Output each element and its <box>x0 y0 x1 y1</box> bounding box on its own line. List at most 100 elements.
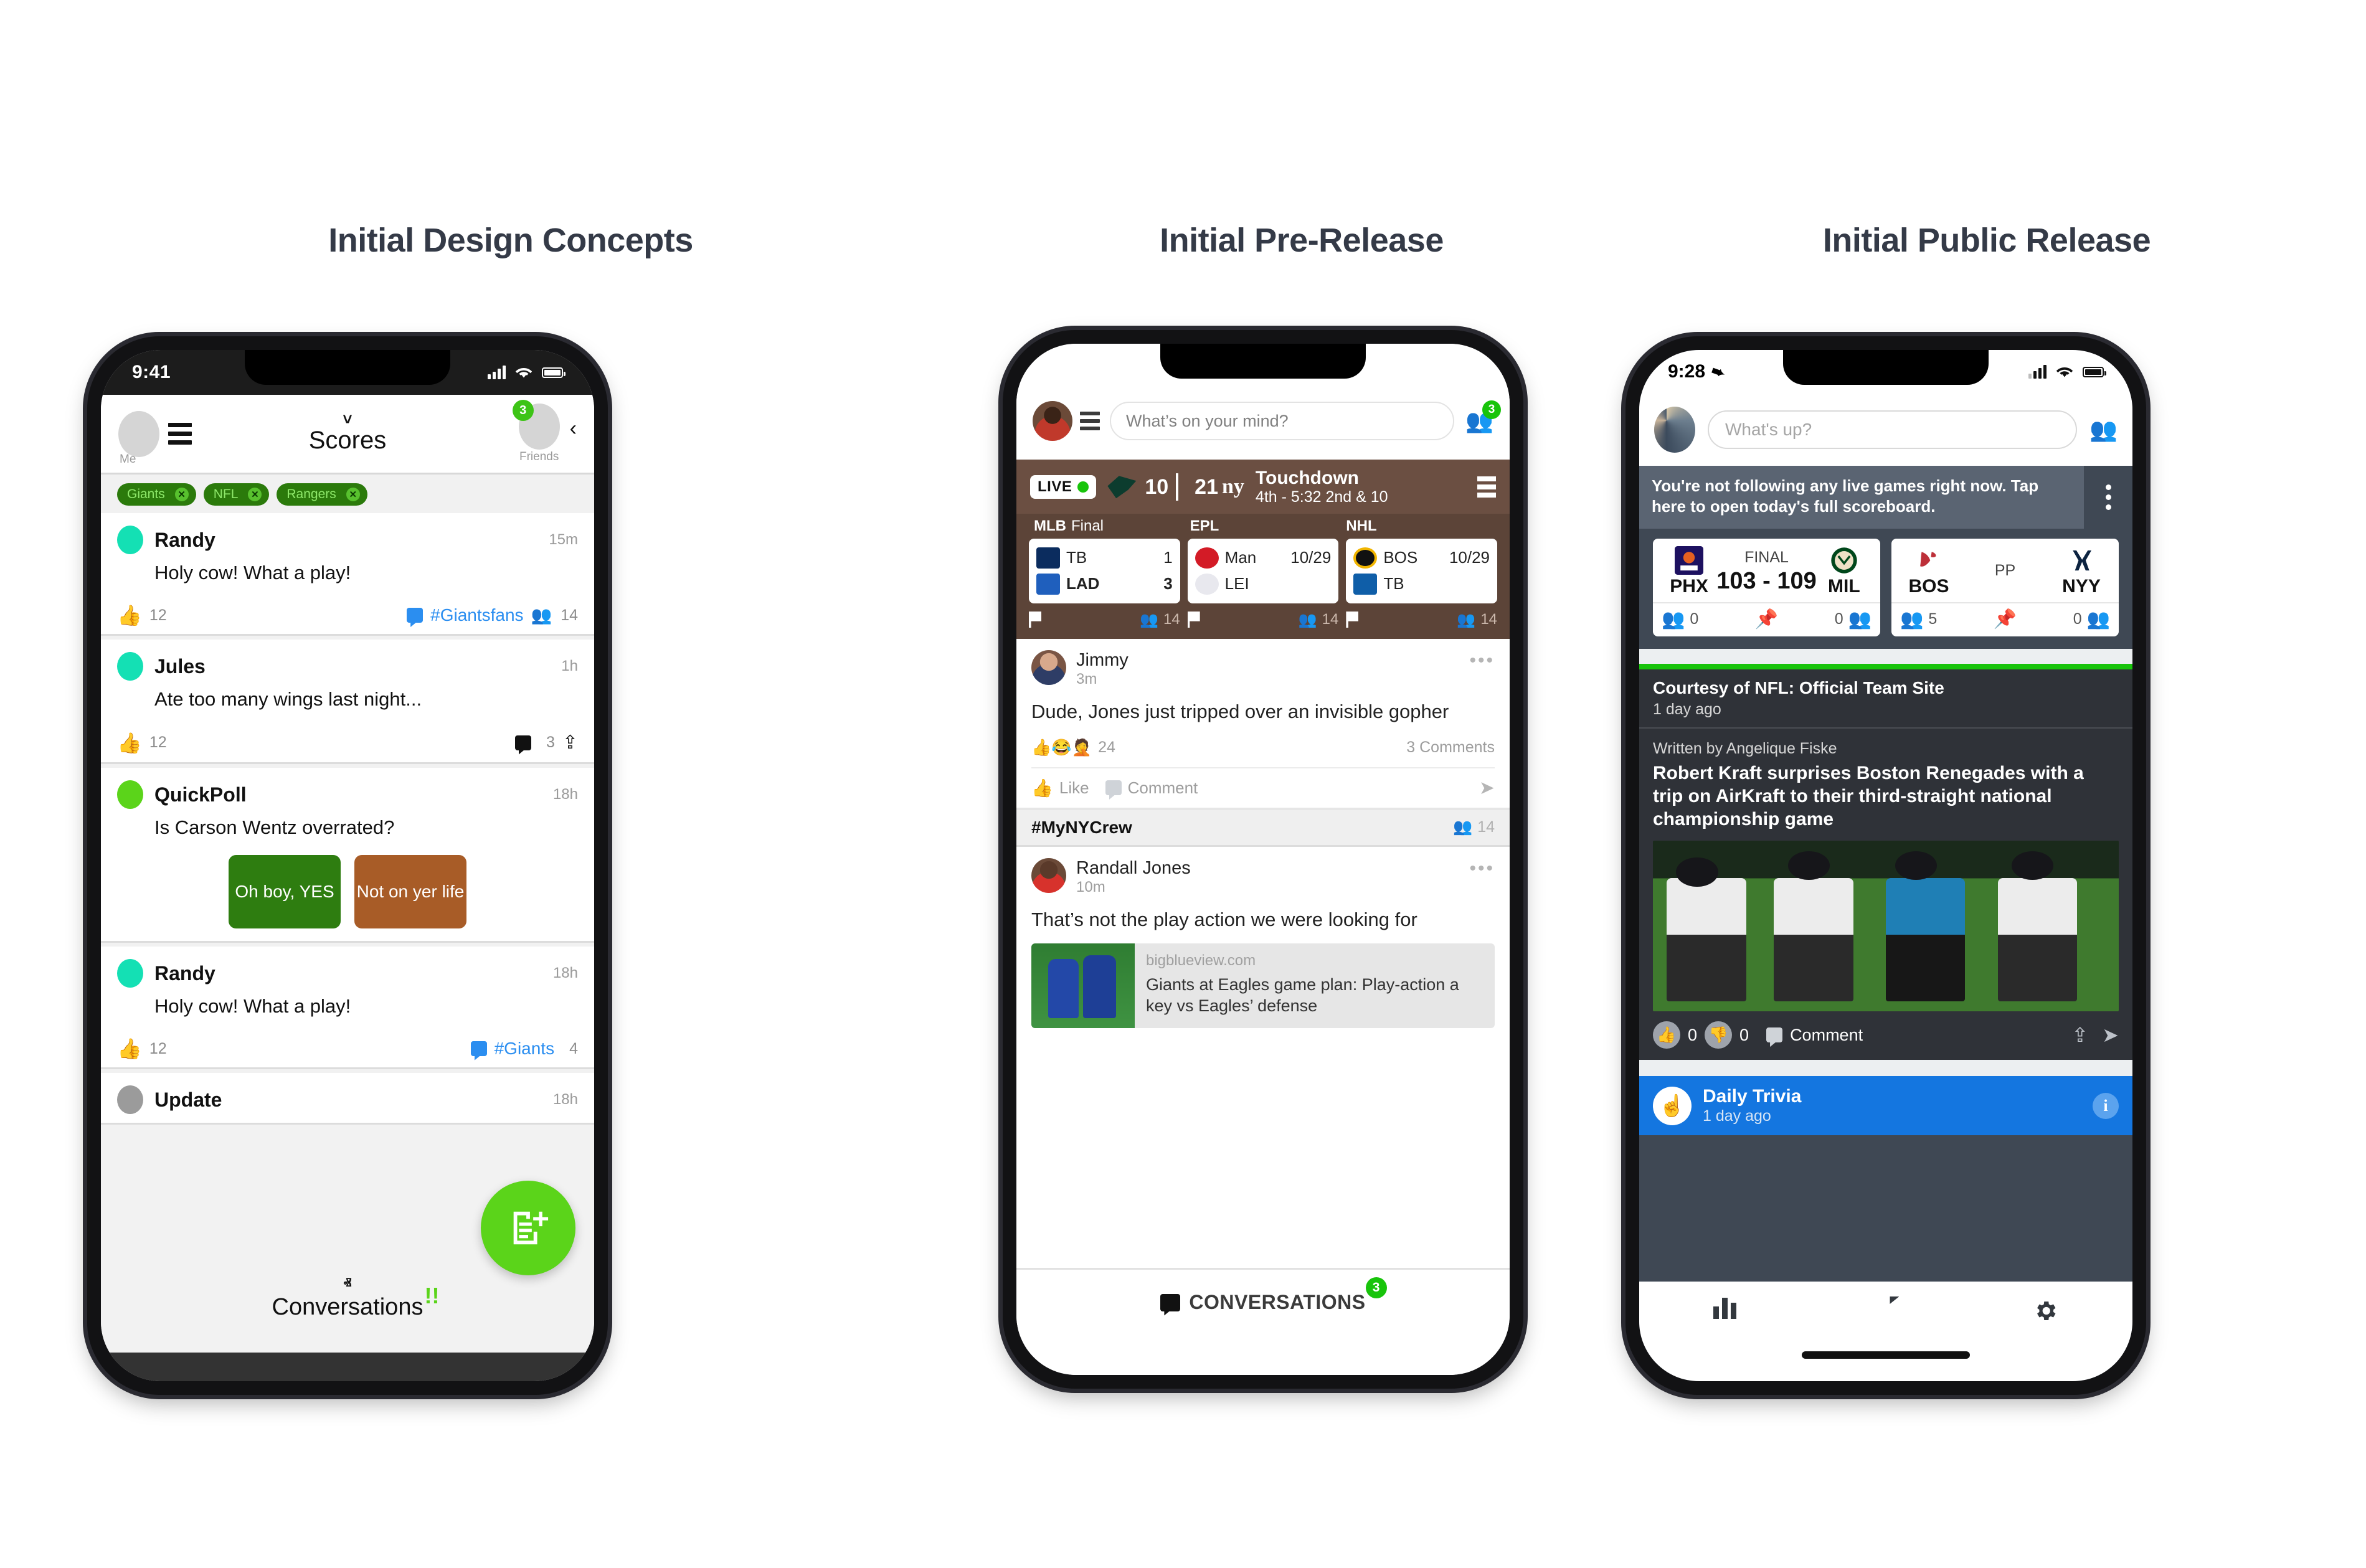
thumbs-up-icon[interactable]: 👍 <box>117 605 142 625</box>
more-options-icon[interactable]: ••• <box>1469 650 1495 671</box>
article-card[interactable]: Written by Angelique Fiske Robert Kraft … <box>1639 728 2132 1012</box>
list-view-icon[interactable] <box>1477 476 1496 498</box>
hashtag-link[interactable]: #Giantsfans <box>430 605 523 625</box>
thumbs-up-icon[interactable]: 👍 <box>117 733 142 753</box>
chip-nfl[interactable]: NFL ✕ <box>203 483 270 506</box>
score-card[interactable]: PHX FINAL 103 - 109 MIL 👥 0 📌 0 👥 <box>1653 538 1880 636</box>
feed-item[interactable]: Randy 15m Holy cow! What a play! 👍 12 #G… <box>101 513 594 636</box>
live-game-bar[interactable]: LIVE 10 21 ny Touchdown 4th - 5:32 2nd &… <box>1016 460 1510 514</box>
score-card[interactable]: BOS PP NYY 👥 5 📌 0 👥 <box>1891 538 2119 636</box>
column-title-1: Initial Design Concepts <box>328 222 693 259</box>
avatar[interactable] <box>1033 401 1072 441</box>
flag-icon[interactable] <box>1029 612 1041 628</box>
menu-icon[interactable] <box>1080 412 1100 430</box>
home-follower-count: 0 <box>1834 610 1843 628</box>
comment-icon[interactable] <box>470 1041 487 1056</box>
chip-rangers[interactable]: Rangers ✕ <box>277 483 367 506</box>
thumbs-down-icon[interactable]: 👎 <box>1705 1021 1733 1049</box>
score-card[interactable]: BOS 10/29 TB 👥 14 <box>1346 538 1498 629</box>
crew-header[interactable]: #MyNYCrew 👥 14 <box>1016 810 1510 847</box>
close-icon[interactable]: ✕ <box>248 488 262 501</box>
poll-option-no[interactable]: Not on yer life <box>354 855 466 928</box>
avatar[interactable] <box>118 410 159 457</box>
avatar <box>117 780 143 809</box>
chip-label: Giants <box>127 487 165 501</box>
feed-item[interactable]: Update 18h <box>101 1073 594 1125</box>
score-card[interactable]: Man 10/29 LEI 👥 14 <box>1187 538 1339 629</box>
game-status: PP <box>1994 562 2016 580</box>
home-score: 21 <box>1195 475 1218 499</box>
score-card[interactable]: TB 1 LAD 3 👥 14 <box>1029 538 1180 629</box>
article-source-time: 1 day ago <box>1653 700 1721 718</box>
avatar[interactable] <box>1654 407 1695 453</box>
people-icon[interactable]: 👥 <box>2089 417 2118 443</box>
comment-count[interactable]: 3 Comments <box>1406 739 1495 757</box>
friends-avatar[interactable]: 3 <box>512 400 560 450</box>
daily-trivia-card[interactable]: ☝ Daily Trivia 1 day ago i <box>1639 1076 2132 1136</box>
back-chevron-icon[interactable]: ‹ <box>570 417 577 441</box>
article-source-bar[interactable]: Courtesy of NFL: Official Team Site 1 da… <box>1639 669 2132 729</box>
banner-menu-button[interactable] <box>2084 466 2132 529</box>
poll-option-yes[interactable]: Oh boy, YES <box>229 855 341 928</box>
team-score: 10/29 <box>1449 548 1490 567</box>
thumbs-up-icon[interactable]: 👍 <box>1031 778 1053 798</box>
stats-icon <box>1713 1298 1736 1319</box>
thumbs-up-icon[interactable]: 👍 <box>1653 1021 1680 1049</box>
team-abbr: TB <box>1066 548 1087 567</box>
send-icon[interactable]: ➤ <box>1479 777 1495 799</box>
feed-item[interactable]: Randy 18h Holy cow! What a play! 👍 12 #G… <box>101 947 594 1069</box>
share-icon[interactable]: ⇪ <box>562 732 578 753</box>
like-button[interactable]: Like <box>1059 778 1089 798</box>
flag-icon[interactable] <box>1346 612 1359 628</box>
compose-fab-button[interactable] <box>481 1181 575 1275</box>
reaction-count: 24 <box>1098 738 1115 756</box>
share-icon[interactable]: ⇪ <box>2071 1023 2088 1047</box>
menu-icon[interactable] <box>168 423 192 445</box>
close-icon[interactable]: ✕ <box>174 488 189 501</box>
location-icon: ➨ <box>1708 360 1728 383</box>
conversations-icon <box>1160 1293 1181 1311</box>
close-icon[interactable]: ✕ <box>346 488 360 501</box>
post-item[interactable]: Jimmy 3m ••• Dude, Jones just tripped ov… <box>1016 638 1510 810</box>
tab-stats[interactable] <box>1713 1298 1736 1319</box>
kebab-menu-icon <box>2105 484 2111 510</box>
post-text: Ate too many wings last night... <box>154 688 422 710</box>
pin-icon[interactable]: 📌 <box>1755 608 1778 630</box>
friends-button[interactable]: 👥 3 <box>1465 400 1501 434</box>
comment-icon[interactable] <box>407 608 424 623</box>
thumbs-up-icon[interactable]: 👍 <box>117 1039 142 1059</box>
flag-icon[interactable] <box>1187 612 1200 628</box>
comment-button[interactable]: Comment <box>1128 778 1198 798</box>
signal-icon <box>2028 365 2047 379</box>
comment-icon[interactable] <box>514 735 531 750</box>
comment-icon[interactable] <box>1105 780 1122 796</box>
comment-button[interactable]: Comment <box>1790 1026 1863 1045</box>
chip-giants[interactable]: Giants ✕ <box>117 483 196 506</box>
conversations-drawer[interactable]: ⱏ Conversations !! <box>101 1270 594 1353</box>
hashtag-link[interactable]: #Giants <box>494 1039 555 1059</box>
chip-label: NFL <box>213 487 239 501</box>
post-time: 3m <box>1076 670 1097 687</box>
comment-icon[interactable] <box>1766 1027 1783 1043</box>
signal-icon <box>488 366 506 379</box>
post-author: Jimmy <box>1076 649 1129 670</box>
conversations-bar[interactable]: CONVERSATIONS 3 <box>1016 1268 1510 1335</box>
settings-icon <box>2037 1301 2056 1321</box>
tab-settings[interactable] <box>2032 1298 2058 1330</box>
pin-icon[interactable]: 📌 <box>1994 608 2017 630</box>
trivia-avatar: ☝ <box>1653 1086 1692 1125</box>
poll-question: Is Carson Wentz overrated? <box>154 816 395 838</box>
composer-input[interactable]: What’s on your mind? <box>1110 402 1455 440</box>
info-icon[interactable]: i <box>2093 1092 2119 1119</box>
composer-input[interactable]: What's up? <box>1708 410 2078 449</box>
post-text: Holy cow! What a play! <box>154 995 351 1017</box>
feed-item[interactable]: Jules 1h Ate too many wings last night..… <box>101 640 594 764</box>
post-item[interactable]: Randall Jones 10m ••• That’s not the pla… <box>1016 846 1510 1029</box>
send-icon[interactable]: ➤ <box>2102 1023 2119 1047</box>
game-status: FINAL <box>1744 548 1789 566</box>
more-options-icon[interactable]: ••• <box>1469 858 1495 879</box>
feed-item-poll[interactable]: QuickPoll 18h Is Carson Wentz overrated?… <box>101 768 594 943</box>
no-live-games-banner[interactable]: You're not following any live games righ… <box>1639 466 2132 529</box>
link-preview-card[interactable]: bigblueview.com Giants at Eagles game pl… <box>1031 943 1495 1029</box>
team-logo-icon <box>1036 547 1060 569</box>
